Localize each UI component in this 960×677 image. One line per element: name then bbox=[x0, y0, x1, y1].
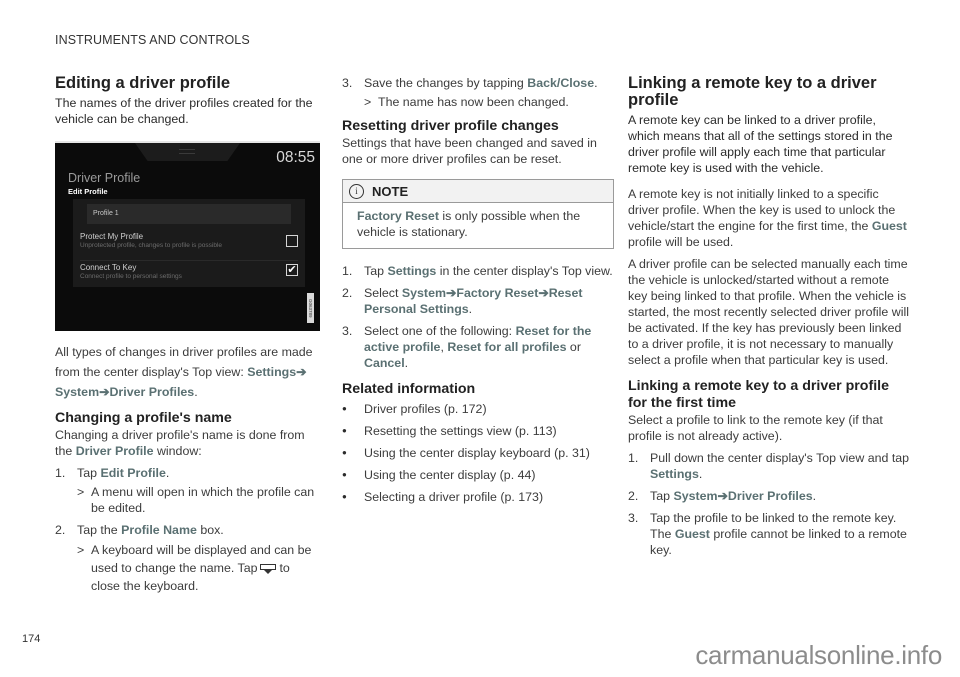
checkbox-unchecked[interactable] bbox=[286, 235, 298, 247]
option-subtitle: Unprotected profile, changes to profile … bbox=[80, 242, 222, 249]
pull-down-handle-icon bbox=[179, 149, 195, 154]
resetting-steps: 1. Tap Settings in the center display's … bbox=[342, 263, 614, 371]
image-code-label: G063789 bbox=[307, 293, 314, 323]
note-title: NOTE bbox=[372, 183, 409, 199]
changing-name-steps-continued: 3. Save the changes by tapping Back/Clos… bbox=[342, 75, 614, 110]
related-list: Driver profiles (p. 172) Resetting the s… bbox=[342, 401, 614, 505]
heading-linking-first-time: Linking a remote key to a driver profile… bbox=[628, 378, 889, 411]
profile-name-field[interactable]: Profile 1 bbox=[87, 204, 291, 224]
heading-related-information: Related information bbox=[342, 381, 476, 397]
menu-path-driver-profiles: Driver Profiles bbox=[109, 385, 195, 399]
changing-name-intro: Changing a driver profile's name is done… bbox=[55, 428, 305, 458]
option-protect-my-profile[interactable]: Protect My Profile Unprotected profile, … bbox=[80, 232, 298, 249]
editing-intro: The names of the driver profiles created… bbox=[55, 96, 313, 126]
step: 3. Select one of the following: Reset fo… bbox=[342, 324, 592, 370]
column-1: Editing a driver profile The names of th… bbox=[55, 75, 320, 601]
arrow-right-icon: ➔ bbox=[99, 385, 110, 399]
option-subtitle: Connect profile to personal settings bbox=[80, 273, 182, 280]
note-box: i NOTE Factory Reset is only possible wh… bbox=[342, 179, 614, 249]
note-header: i NOTE bbox=[343, 180, 613, 203]
heading-linking-remote-key: Linking a remote key to a driver profile bbox=[628, 74, 877, 109]
related-link[interactable]: Using the center display (p. 44) bbox=[342, 467, 614, 483]
linking-paragraph-2: A driver profile can be selected manuall… bbox=[628, 257, 909, 367]
arrow-right-icon: ➔ bbox=[445, 286, 457, 300]
note-body: Factory Reset is only possible when the … bbox=[357, 209, 581, 239]
related-link[interactable]: Driver profiles (p. 172) bbox=[342, 401, 614, 417]
display-subtitle: Edit Profile bbox=[68, 187, 108, 196]
step-result: > A keyboard will be displayed and can b… bbox=[77, 543, 312, 593]
step: 2. Tap the Profile Name box. > A keyboar… bbox=[55, 522, 320, 595]
menu-path-system: System bbox=[55, 385, 100, 399]
related-link[interactable]: Selecting a driver profile (p. 173) bbox=[342, 489, 614, 505]
related-link[interactable]: Using the center display keyboard (p. 31… bbox=[342, 445, 614, 461]
resetting-intro: Settings that have been changed and save… bbox=[342, 136, 597, 166]
display-title: Driver Profile bbox=[68, 171, 141, 185]
menu-path-settings: Settings bbox=[247, 365, 297, 379]
checkmark-icon: ✔ bbox=[287, 264, 297, 276]
step: 1. Tap Edit Profile. > A menu will open … bbox=[55, 465, 320, 516]
step-result: > A menu will open in which the profile … bbox=[77, 485, 315, 515]
page-number: 174 bbox=[22, 633, 41, 645]
display-clock: 08:55 bbox=[276, 149, 315, 166]
arrow-right-icon: ➔ bbox=[296, 365, 307, 379]
step: 1. Tap Settings in the center display's … bbox=[342, 264, 613, 278]
step: 1. Pull down the center display's Top vi… bbox=[628, 451, 910, 481]
heading-resetting: Resetting driver profile changes bbox=[342, 118, 559, 134]
related-link[interactable]: Resetting the settings view (p. 113) bbox=[342, 423, 614, 439]
column-3: Linking a remote key to a driver profile… bbox=[628, 75, 910, 564]
changing-name-steps: 1. Tap Edit Profile. > A menu will open … bbox=[55, 465, 320, 595]
path-paragraph: All types of changes in driver profiles … bbox=[55, 345, 313, 399]
center-display-screenshot: 08:55 Driver Profile Edit Profile Profil… bbox=[55, 141, 320, 331]
arrow-right-icon: ➔ bbox=[717, 489, 728, 503]
checkbox-checked[interactable]: ✔ bbox=[286, 264, 298, 276]
step: 3. Save the changes by tapping Back/Clos… bbox=[342, 75, 614, 110]
option-title: Protect My Profile bbox=[80, 232, 144, 241]
watermark: carmanualsonline.info bbox=[695, 640, 942, 670]
option-title: Connect To Key bbox=[80, 263, 137, 272]
edit-profile-panel: Profile 1 Protect My Profile Unprotected… bbox=[73, 199, 305, 287]
linking-intro: A remote key can be linked to a driver p… bbox=[628, 113, 893, 175]
info-icon: i bbox=[349, 183, 364, 199]
step-result: > The name has now been changed. bbox=[364, 95, 569, 109]
heading-editing-driver-profile: Editing a driver profile bbox=[55, 74, 231, 92]
close-keyboard-icon bbox=[260, 564, 277, 575]
option-connect-to-key[interactable]: Connect To Key Connect profile to person… bbox=[80, 260, 298, 280]
step: 2. Tap System➔Driver Profiles. bbox=[628, 489, 817, 503]
section-header: INSTRUMENTS AND CONTROLS bbox=[55, 33, 250, 47]
linking-paragraph-1: A remote key is not initially linked to … bbox=[628, 187, 907, 249]
step: 3. Tap the profile to be linked to the r… bbox=[628, 511, 907, 557]
linking-first-steps: 1. Pull down the center display's Top vi… bbox=[628, 450, 910, 558]
linking-first-intro: Select a profile to link to the remote k… bbox=[628, 413, 883, 443]
heading-changing-name: Changing a profile's name bbox=[55, 410, 232, 426]
step: 2. Select System➔Factory Reset➔Reset Per… bbox=[342, 286, 583, 316]
arrow-right-icon: ➔ bbox=[538, 286, 549, 300]
column-2: 3. Save the changes by tapping Back/Clos… bbox=[342, 75, 614, 511]
